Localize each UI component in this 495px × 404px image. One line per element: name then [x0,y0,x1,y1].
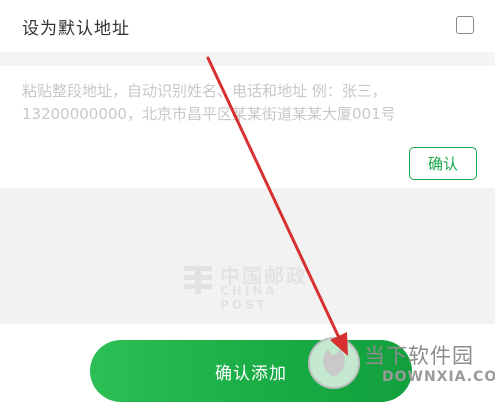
china-post-logo-icon [184,266,212,294]
china-post-watermark: 中国邮政 CHINA POST [178,260,328,312]
site-logo-icon [308,337,360,389]
section-divider [0,52,495,66]
default-address-row[interactable]: 设为默认地址 [0,0,495,52]
watermark-text-en: CHINA POST [220,284,278,312]
paste-placeholder: 粘贴整段地址，自动识别姓名、电话和地址 例：张三，13200000000，北京市… [22,82,396,123]
default-address-checkbox[interactable] [456,16,474,34]
site-brand-text: 当下软件园 [364,344,474,368]
site-watermark: 当下软件园 DOWNXIA.COM [306,335,495,404]
default-address-label: 设为默认地址 [22,19,130,39]
site-domain-text: DOWNXIA.COM [382,369,495,385]
paste-confirm-button[interactable]: 确认 [409,147,477,180]
